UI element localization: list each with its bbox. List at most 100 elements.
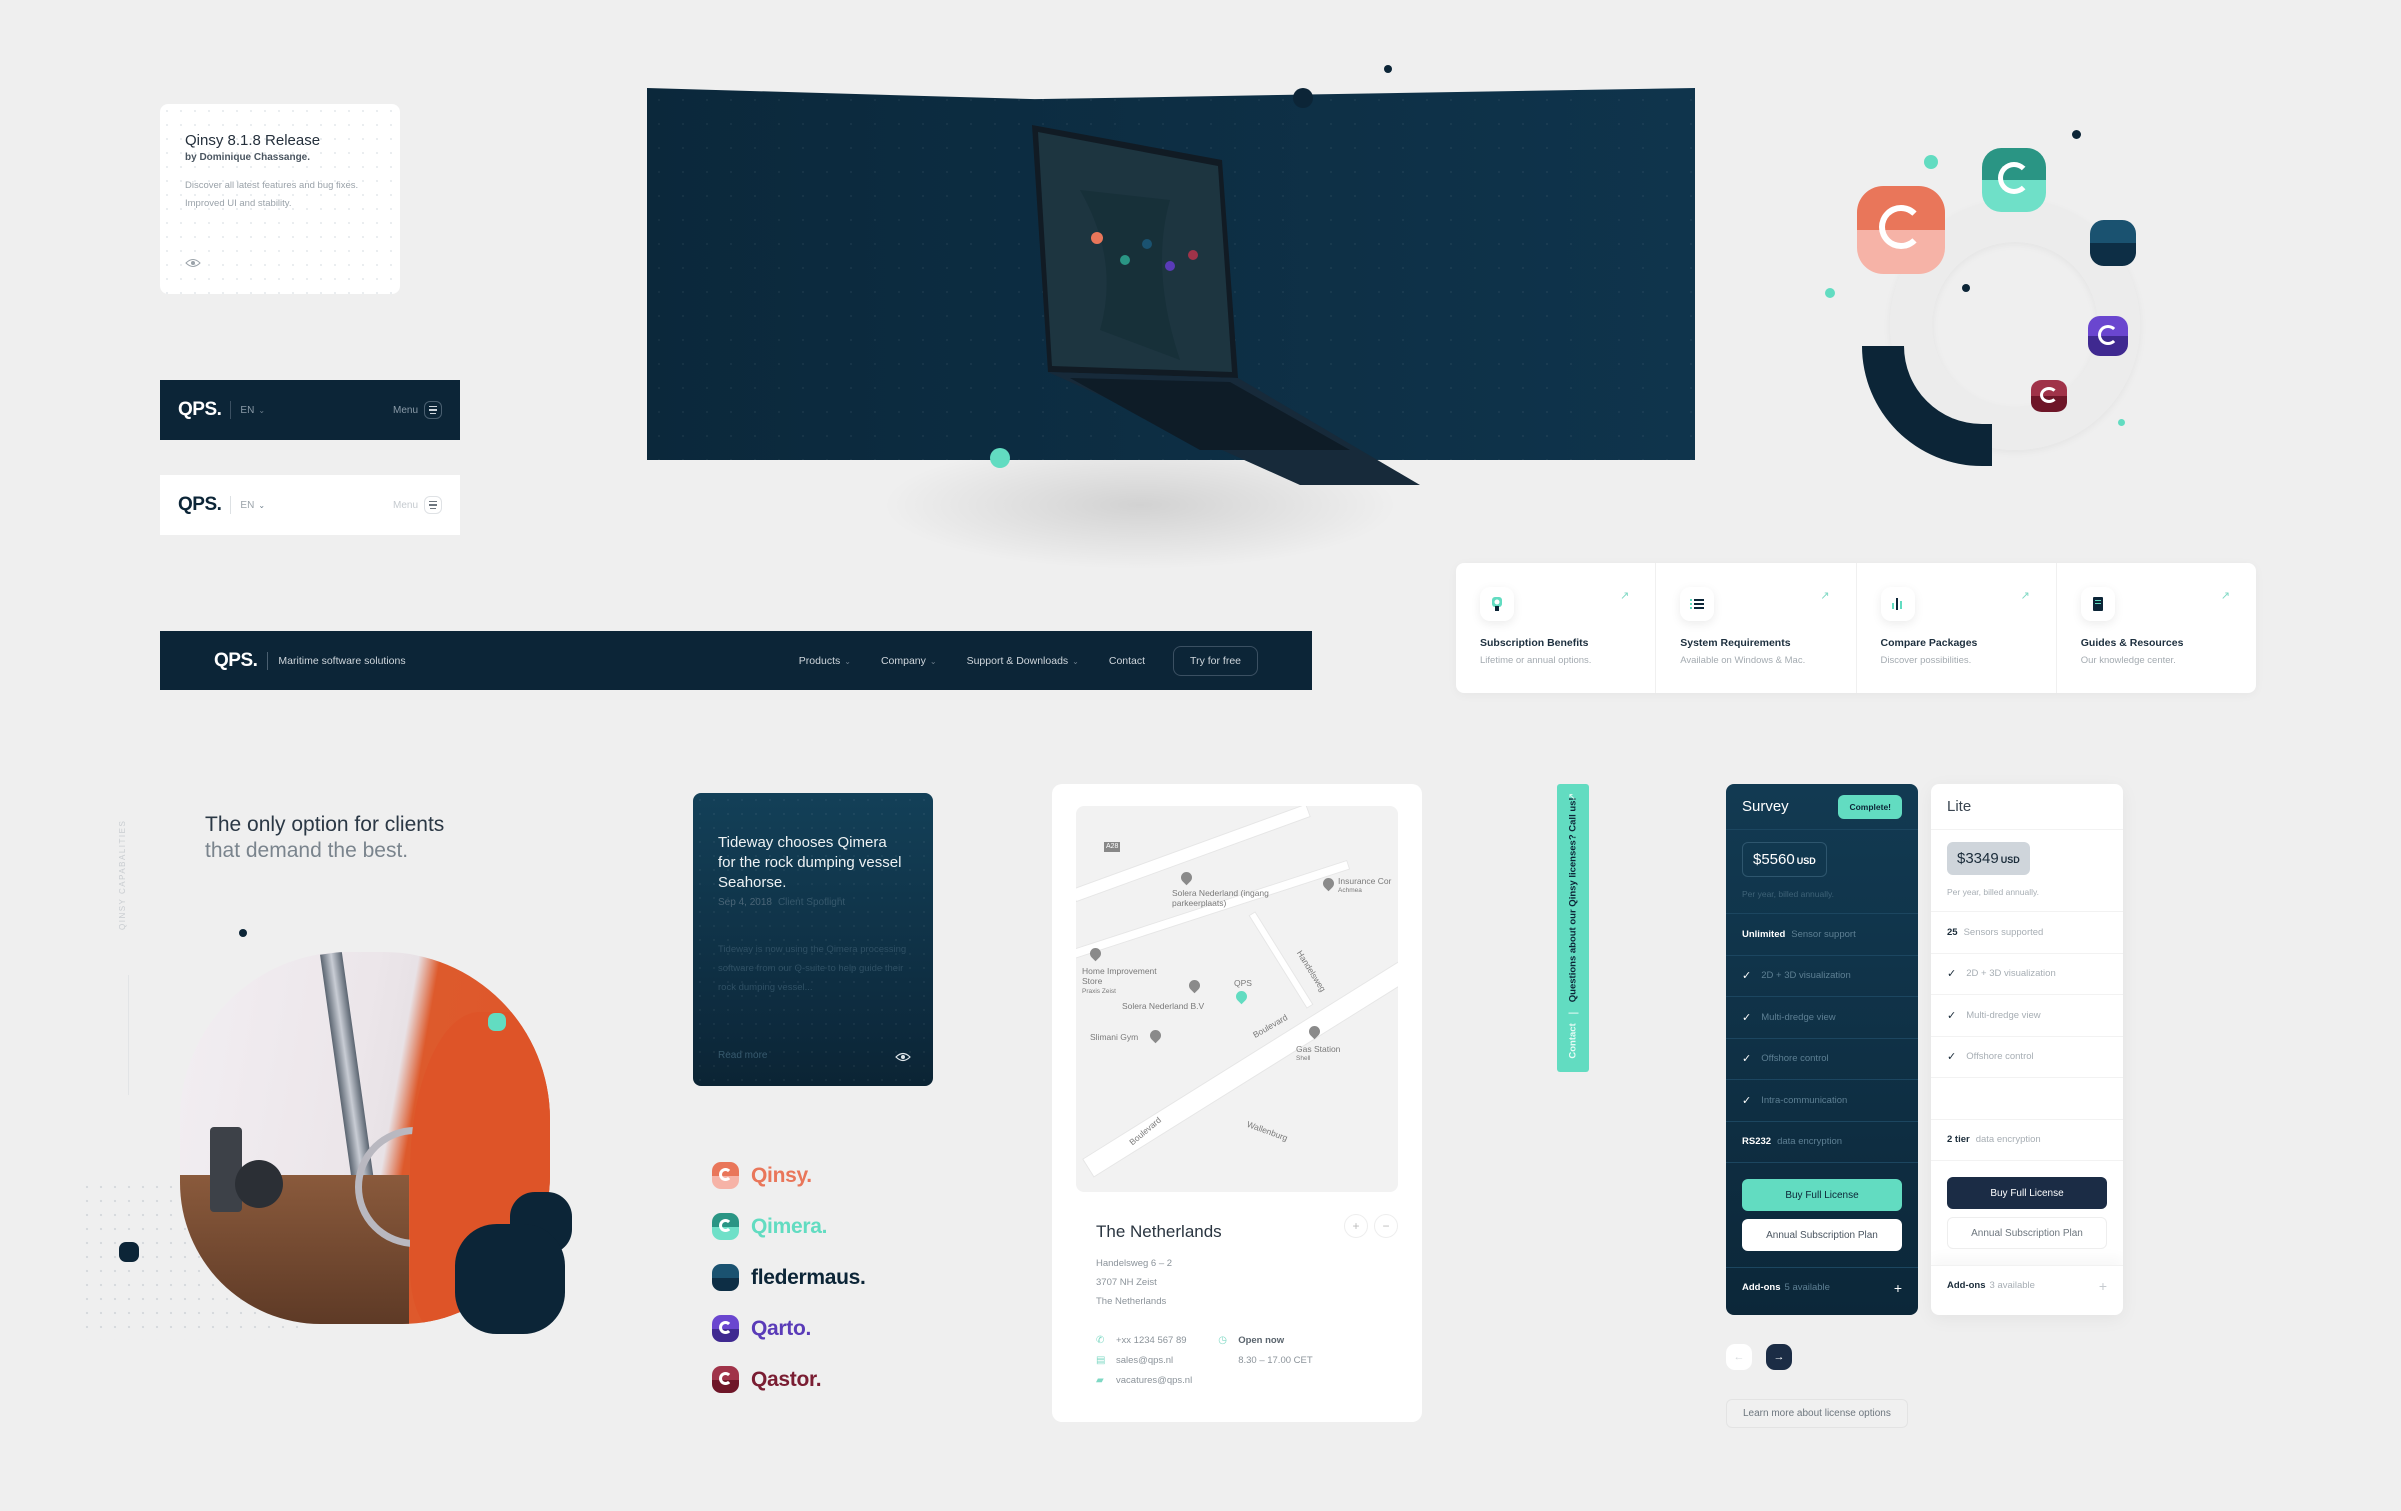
product-qimera[interactable]: Qimera. (712, 1201, 866, 1252)
billing-note: Per year, billed annually. (1947, 887, 2039, 897)
qastor-icon (712, 1366, 739, 1393)
menu-button[interactable]: Menu (393, 401, 442, 419)
jobs-email-link[interactable]: ▰ vacatures@qps.nl (1096, 1371, 1192, 1391)
product-qastor[interactable]: Qastor. (712, 1354, 866, 1405)
plus-icon[interactable]: + (2099, 1278, 2107, 1294)
qastor-marker (1188, 250, 1198, 260)
language-select[interactable]: EN ⌄ (240, 500, 265, 511)
qinsy-app-icon (1857, 186, 1945, 274)
check-icon: ✓ (1947, 1009, 1957, 1022)
map-label: Shell (1296, 1055, 1311, 1062)
qinsy-marker (1091, 232, 1103, 244)
side-tab-question: Questions about our Qinsy licenses? Call… (1567, 797, 1579, 1003)
previous-button[interactable]: ← (1726, 1344, 1752, 1370)
sales-email-link[interactable]: ▤ sales@qps.nl (1096, 1351, 1192, 1371)
quick-link-guides-resources[interactable]: ↗ Guides & Resources Our knowledge cente… (2057, 563, 2256, 693)
nav-tagline: Maritime software solutions (278, 654, 406, 667)
next-button[interactable]: → (1766, 1344, 1792, 1370)
qps-map-pin-icon[interactable] (1233, 988, 1250, 1005)
nav-company[interactable]: Company ⌄ (881, 655, 937, 667)
zoom-out-button[interactable]: − (1374, 1214, 1398, 1238)
book-icon (2080, 587, 2115, 621)
addons-row[interactable]: Add-ons 3 available + (1931, 1265, 2123, 1305)
plan-price: $3349 USD (1947, 842, 2030, 875)
plan-feature-empty (1931, 1077, 2123, 1119)
quick-link-system-requirements[interactable]: ↗ System Requirements Available on Windo… (1656, 563, 1857, 693)
list-icon (1680, 587, 1715, 621)
plus-icon[interactable]: + (1894, 1280, 1902, 1296)
language-select[interactable]: EN ⌄ (240, 405, 265, 416)
billing-note: Per year, billed annually. (1742, 889, 1834, 899)
phone-link[interactable]: ✆ +xx 1234 567 89 (1096, 1331, 1192, 1351)
plan-feature: ✓ Multi-dredge view (1726, 996, 1918, 1038)
location-map[interactable]: A28 Solera Nederland (ingang parkeerplaa… (1076, 806, 1398, 1192)
divider (230, 401, 232, 419)
learn-more-license-button[interactable]: Learn more about license options (1726, 1399, 1908, 1428)
annual-subscription-button[interactable]: Annual Subscription Plan (1947, 1217, 2107, 1249)
decor-dot (2118, 419, 2125, 426)
plan-sensors: Unlimited Sensor support (1726, 913, 1918, 955)
decor-dot (239, 929, 247, 937)
qastor-app-icon (2031, 380, 2067, 412)
release-author: by Dominique Chassange. (185, 152, 311, 163)
buy-full-license-button[interactable]: Buy Full License (1742, 1179, 1902, 1211)
quick-link-subscription-benefits[interactable]: ↗ Subscription Benefits Lifetime or annu… (1456, 563, 1657, 693)
menu-label: Menu (392, 404, 418, 416)
map-pin-icon (1147, 1027, 1164, 1044)
map-label: Achmea (1338, 887, 1362, 894)
qps-logo[interactable]: QPS. (178, 399, 222, 421)
plan-badge: Complete! (1838, 794, 1902, 819)
decor-dot (990, 448, 1010, 468)
product-qinsy[interactable]: Qinsy. (712, 1150, 866, 1201)
nav-contact[interactable]: Contact (1109, 655, 1145, 667)
check-icon: ✓ (1742, 1053, 1752, 1066)
qimera-icon (712, 1213, 739, 1240)
story-meta: Sep 4, 2018 Client Spotlight (718, 897, 846, 908)
contact-side-tab[interactable]: ↖ Contact Questions about our Qinsy licen… (1557, 784, 1589, 1072)
decor-dot (1384, 65, 1392, 73)
product-fledermaus[interactable]: fledermaus. (712, 1252, 866, 1303)
decor-dot (119, 1242, 139, 1262)
divider (128, 975, 129, 1095)
decor-dot (1825, 288, 1835, 298)
check-icon: ✓ (1947, 968, 1957, 981)
menu-label: Menu (392, 499, 418, 511)
read-more-link[interactable]: Read more (718, 1050, 767, 1061)
quick-link-compare-packages[interactable]: ↗ Compare Packages Discover possibilitie… (1857, 563, 2057, 693)
chevron-down-icon: ⌄ (258, 405, 266, 415)
nav-support-downloads[interactable]: Support & Downloads ⌄ (967, 655, 1079, 667)
qarto-icon (712, 1315, 739, 1342)
buy-full-license-button[interactable]: Buy Full License (1947, 1177, 2107, 1209)
quick-link-title: System Requirements (1680, 637, 1791, 649)
plan-encryption: RS232 data encryption (1726, 1120, 1918, 1163)
story-title: Tideway chooses Qimera for the rock dump… (718, 834, 902, 891)
product-qarto[interactable]: Qarto. (712, 1303, 866, 1354)
fledermaus-marker (1142, 239, 1152, 249)
release-card[interactable]: Qinsy 8.1.8 Release by Dominique Chassan… (160, 104, 400, 294)
plan-price: $5560 USD (1742, 842, 1827, 877)
annual-subscription-button[interactable]: Annual Subscription Plan (1742, 1219, 1902, 1251)
qimera-app-icon (1982, 148, 2046, 212)
plan-feature: ✓ 2D + 3D visualization (1931, 952, 2123, 995)
story-card[interactable]: Tideway chooses Qimera for the rock dump… (693, 793, 933, 1086)
story-excerpt: Tideway is now using the Qimera processi… (718, 944, 907, 993)
office-address: Handelsweg 6 – 2 3707 NH Zeist The Netherl… (1096, 1258, 1173, 1307)
plan-name: Lite (1947, 798, 1972, 815)
eye-icon[interactable] (185, 258, 201, 268)
menu-button[interactable]: Menu (393, 496, 442, 514)
decor-blob (455, 1224, 565, 1334)
chevron-down-icon: ⌄ (1072, 656, 1079, 666)
qps-logo[interactable]: QPS. (214, 650, 258, 672)
nav-products[interactable]: Products ⌄ (799, 655, 851, 667)
arrow-up-right-icon: ↗ (1620, 590, 1630, 602)
zoom-in-button[interactable]: + (1344, 1214, 1368, 1238)
map-label: Wallenburg (1245, 1119, 1290, 1143)
map-label: QPS (1234, 978, 1252, 988)
mobile-header-light: QPS. EN ⌄ Menu (160, 475, 460, 535)
plan-name: Survey (1742, 798, 1789, 815)
qps-logo[interactable]: QPS. (178, 494, 222, 516)
badge-icon (1480, 587, 1514, 621)
try-for-free-button[interactable]: Try for free (1173, 645, 1258, 676)
eye-icon[interactable] (895, 1052, 911, 1062)
addons-row[interactable]: Add-ons 5 available + (1726, 1267, 1918, 1307)
